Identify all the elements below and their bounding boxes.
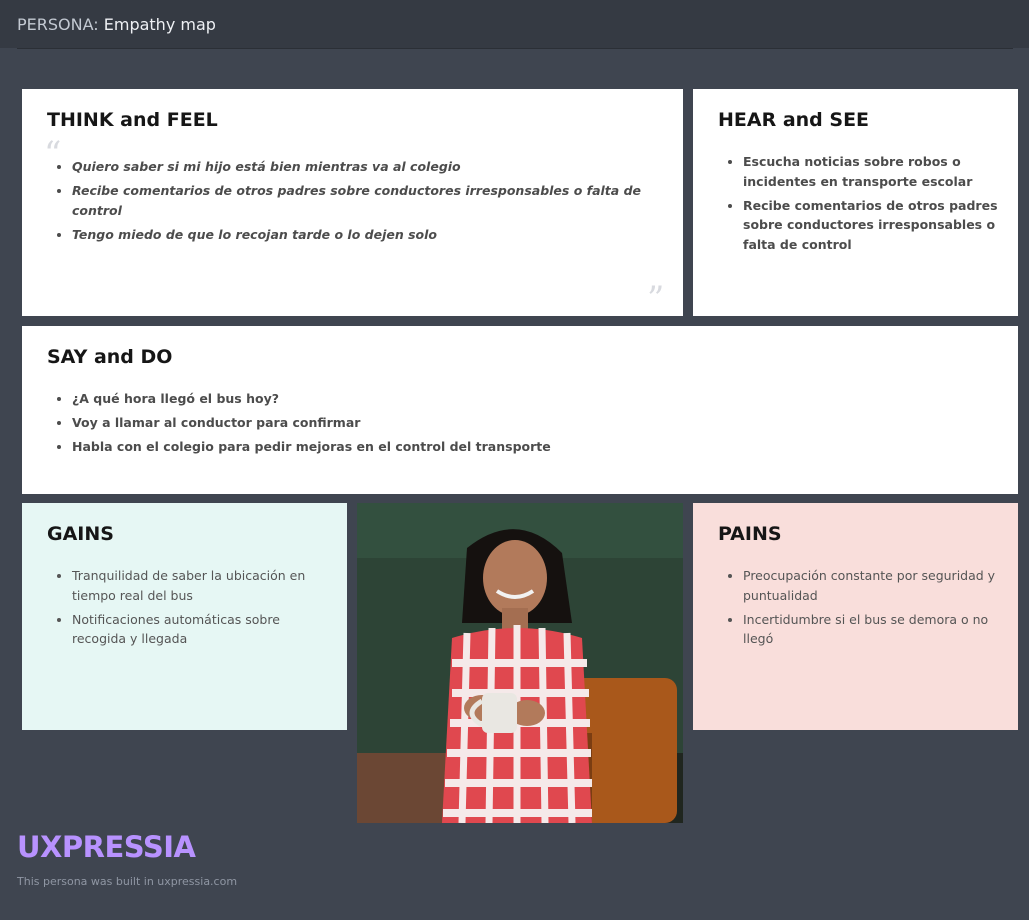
- gains-title: GAINS: [47, 523, 114, 545]
- hear-see-card[interactable]: HEAR and SEE Escucha noticias sobre robo…: [693, 89, 1018, 316]
- hear-see-list: Escucha noticias sobre robos o incidente…: [718, 152, 998, 259]
- say-do-card[interactable]: SAY and DO ¿A qué hora llegó el bus hoy?…: [22, 326, 1018, 494]
- think-feel-title: THINK and FEEL: [47, 109, 218, 131]
- list-item: Habla con el colegio para pedir mejoras …: [72, 437, 972, 457]
- pains-title: PAINS: [718, 523, 782, 545]
- list-item: Escucha noticias sobre robos o incidente…: [743, 152, 998, 191]
- list-item: Tengo miedo de que lo recojan tarde o lo…: [72, 225, 647, 245]
- persona-photo-illustration: [357, 503, 683, 823]
- persona-page: PERSONA: Empathy map THINK and FEEL “ Qu…: [0, 0, 1029, 920]
- persona-photo: [357, 503, 683, 823]
- list-item: Tranquilidad de saber la ubicación en ti…: [72, 566, 327, 605]
- close-quote-icon: ”: [647, 279, 665, 319]
- header-divider: [17, 48, 1013, 49]
- gains-card[interactable]: GAINS Tranquilidad de saber la ubicación…: [22, 503, 347, 730]
- page-title-prefix: PERSONA:: [17, 15, 99, 34]
- say-do-title: SAY and DO: [47, 346, 173, 368]
- list-item: Quiero saber si mi hijo está bien mientr…: [72, 157, 647, 177]
- think-feel-list: Quiero saber si mi hijo está bien mientr…: [47, 157, 647, 249]
- header-bar: PERSONA: Empathy map: [0, 0, 1029, 48]
- uxpressia-logo[interactable]: UXPRESSIA: [17, 830, 196, 864]
- list-item: Preocupación constante por seguridad y p…: [743, 566, 998, 605]
- gains-list: Tranquilidad de saber la ubicación en ti…: [47, 566, 327, 653]
- page-title: PERSONA: Empathy map: [17, 15, 216, 34]
- footer-note: This persona was built in uxpressia.com: [17, 875, 238, 888]
- say-do-list: ¿A qué hora llegó el bus hoy? Voy a llam…: [47, 389, 972, 461]
- pains-card[interactable]: PAINS Preocupación constante por segurid…: [693, 503, 1018, 730]
- hear-see-title: HEAR and SEE: [718, 109, 870, 131]
- list-item: Incertidumbre si el bus se demora o no l…: [743, 610, 998, 649]
- list-item: Recibe comentarios de otros padres sobre…: [72, 181, 647, 220]
- think-feel-card[interactable]: THINK and FEEL “ Quiero saber si mi hijo…: [22, 89, 683, 316]
- page-title-text[interactable]: Empathy map: [104, 15, 216, 34]
- list-item: Voy a llamar al conductor para confirmar: [72, 413, 972, 433]
- list-item: ¿A qué hora llegó el bus hoy?: [72, 389, 972, 409]
- list-item: Notificaciones automáticas sobre recogid…: [72, 610, 327, 649]
- pains-list: Preocupación constante por seguridad y p…: [718, 566, 998, 653]
- list-item: Recibe comentarios de otros padres sobre…: [743, 196, 998, 255]
